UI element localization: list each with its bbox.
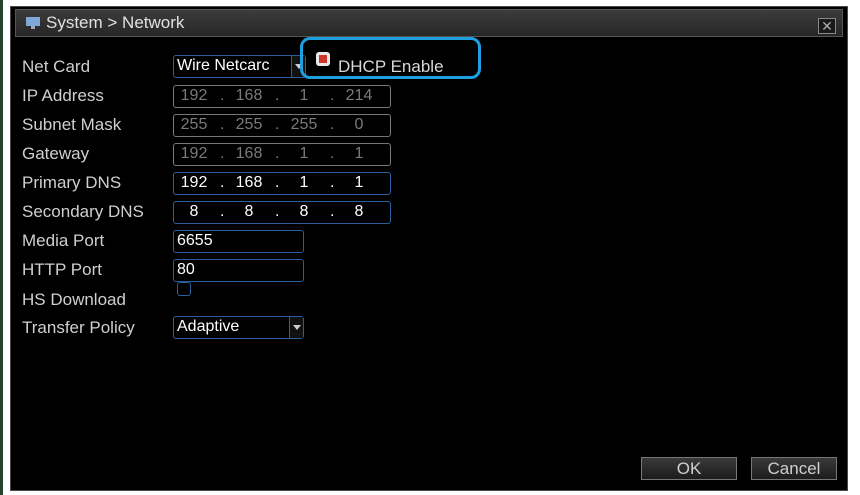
net-card-value: Wire Netcarc (177, 57, 270, 74)
dhcp-checkbox[interactable] (316, 52, 330, 66)
transfer-policy-select[interactable]: Adaptive (173, 316, 304, 339)
http-port-value: 80 (177, 261, 195, 278)
ip-octet: 192 (180, 145, 208, 162)
left-edge (0, 0, 3, 495)
chevron-down-icon[interactable] (289, 317, 303, 338)
window-title: System > Network (46, 13, 185, 32)
ip-octet: 0 (354, 116, 364, 133)
cancel-button[interactable]: Cancel (751, 457, 837, 480)
dhcp-label: DHCP Enable (338, 57, 444, 76)
subnet-mask-label: Subnet Mask (22, 115, 122, 134)
ip-octet: 192 (180, 87, 208, 104)
media-port-label: Media Port (22, 231, 105, 250)
secondary-dns-field[interactable]: 8 . 8 . 8 . 8 (173, 201, 391, 224)
ip-octet: 214 (345, 87, 373, 104)
http-port-label: HTTP Port (22, 260, 102, 279)
ok-button[interactable]: OK (641, 457, 737, 480)
ip-octet: 168 (235, 145, 263, 162)
subnet-mask-field[interactable]: 255 . 255 . 255 . 0 (173, 114, 391, 137)
ip-octet: 1 (354, 174, 364, 191)
ip-octet: 8 (189, 203, 199, 220)
ip-octet: 1 (299, 87, 309, 104)
net-card-select[interactable]: Wire Netcarc (173, 55, 306, 78)
ip-octet: 255 (235, 116, 263, 133)
monitor-icon (26, 17, 40, 29)
ip-octet: 168 (235, 174, 263, 191)
ip-address-field[interactable]: 192 . 168 . 1 . 214 (173, 85, 391, 108)
media-port-value: 6655 (177, 232, 213, 249)
hs-download-checkbox[interactable] (177, 282, 191, 296)
primary-dns-label: Primary DNS (22, 173, 122, 192)
primary-dns-field[interactable]: 192 . 168 . 1 . 1 (173, 172, 391, 195)
ip-octet: 1 (299, 145, 309, 162)
transfer-policy-label: Transfer Policy (22, 318, 135, 337)
transfer-policy-value: Adaptive (177, 318, 240, 335)
hs-download-label: HS Download (22, 290, 126, 309)
ip-octet: 8 (299, 203, 309, 220)
ip-octet: 255 (180, 116, 208, 133)
ip-octet: 1 (299, 174, 309, 191)
gateway-label: Gateway (22, 144, 90, 163)
ip-octet: 8 (354, 203, 364, 220)
title-bar: System > Network ✕ (15, 9, 843, 37)
ip-octet: 168 (235, 87, 263, 104)
ip-address-label: IP Address (22, 86, 104, 105)
ip-octet: 1 (354, 145, 364, 162)
ip-octet: 8 (244, 203, 254, 220)
secondary-dns-label: Secondary DNS (22, 202, 144, 221)
media-port-input[interactable]: 6655 (173, 230, 304, 253)
gateway-field[interactable]: 192 . 168 . 1 . 1 (173, 143, 391, 166)
net-card-label: Net Card (22, 57, 91, 76)
close-button[interactable]: ✕ (818, 18, 836, 34)
ip-octet: 255 (290, 116, 318, 133)
http-port-input[interactable]: 80 (173, 259, 304, 282)
ip-octet: 192 (180, 174, 208, 191)
